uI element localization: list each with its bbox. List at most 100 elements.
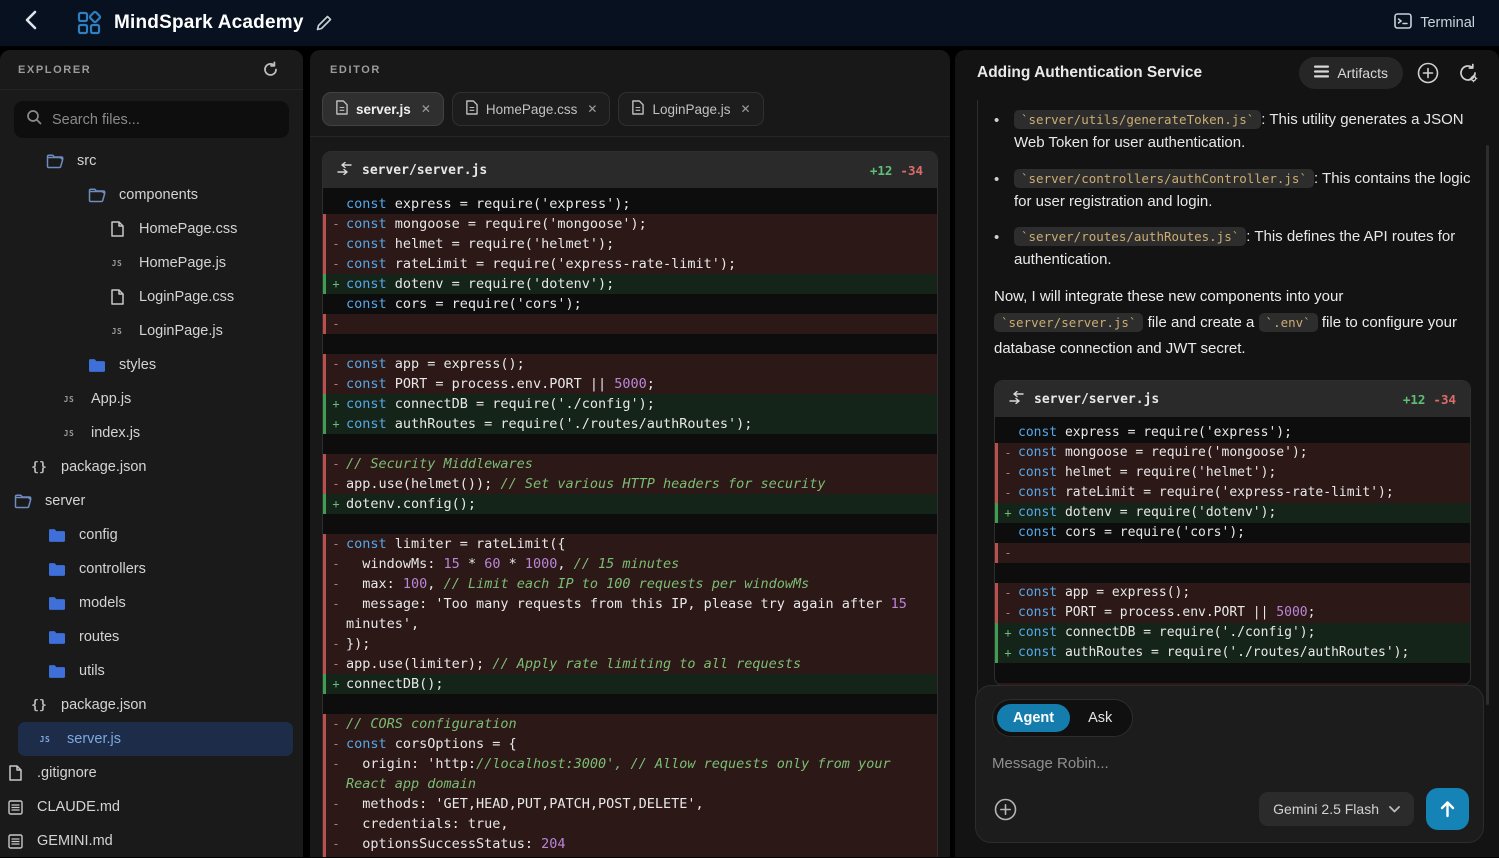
model-selector[interactable]: Gemini 2.5 Flash <box>1259 792 1414 826</box>
message-input[interactable]: Message Robin... <box>992 755 1467 772</box>
tree-item-label: styles <box>119 357 156 373</box>
editor-header: EDITOR <box>310 50 950 90</box>
tree-item-server[interactable]: server <box>0 484 303 518</box>
tree-item-routes[interactable]: routes <box>0 620 303 654</box>
history-settings-icon[interactable] <box>1453 58 1483 88</box>
file-bullet-list: •`server/utils/generateToken.js`: This u… <box>994 108 1475 272</box>
deleted-line: -}); <box>323 634 937 654</box>
inline-diff-card: server/server.js +12 -34 const express =… <box>994 380 1471 686</box>
deletions-count: -34 <box>1433 392 1456 407</box>
tree-item-label: config <box>79 527 118 543</box>
project-title: MindSpark Academy <box>114 12 304 34</box>
tree-item-loginpage-js[interactable]: JSLoginPage.js <box>0 314 303 348</box>
context-line <box>323 694 937 714</box>
markdown-file-icon <box>6 834 24 849</box>
deleted-line: -const helmet = require('helmet'); <box>995 463 1470 483</box>
tree-item-homepage-js[interactable]: JSHomePage.js <box>0 246 303 280</box>
file-icon <box>335 100 348 118</box>
file-search[interactable] <box>14 101 289 138</box>
added-line: +const authRoutes = require('./routes/au… <box>995 643 1470 663</box>
tree-item--gitignore[interactable]: .gitignore <box>0 756 303 790</box>
terminal-button[interactable]: Terminal <box>1394 13 1475 33</box>
tree-item-src[interactable]: src <box>0 144 303 178</box>
added-line: +connectDB(); <box>323 674 937 694</box>
diff-card-header: server/server.js +12 -34 <box>323 152 937 188</box>
open-folder-icon <box>14 494 32 509</box>
new-chat-icon[interactable] <box>1413 58 1443 88</box>
tree-item-package-json[interactable]: {}package.json <box>0 688 303 722</box>
tab-server.js[interactable]: server.js✕ <box>322 92 444 126</box>
file-bullet: •`server/routes/authRoutes.js`: This def… <box>994 225 1475 272</box>
close-tab-icon[interactable]: ✕ <box>587 102 597 116</box>
attach-icon[interactable] <box>990 794 1020 824</box>
tree-item-config[interactable]: config <box>0 518 303 552</box>
send-button[interactable] <box>1426 788 1469 830</box>
chevron-down-icon <box>1389 806 1400 813</box>
tree-item-controllers[interactable]: controllers <box>0 552 303 586</box>
diff-code[interactable]: const express = require('express');-cons… <box>995 417 1470 685</box>
tree-item-loginpage-css[interactable]: LoginPage.css <box>0 280 303 314</box>
diff-icon <box>1009 391 1024 407</box>
close-tab-icon[interactable]: ✕ <box>741 102 751 116</box>
file-icon <box>108 289 126 305</box>
mode-agent[interactable]: Agent <box>997 704 1070 732</box>
tree-item-styles[interactable]: styles <box>0 348 303 382</box>
deleted-line: -// Security Middlewares <box>323 454 937 474</box>
inline-code-chip[interactable]: `server/server.js` <box>994 313 1143 332</box>
deleted-line: -app.use(limiter); // Apply rate limitin… <box>323 654 937 674</box>
tree-item-models[interactable]: models <box>0 586 303 620</box>
close-tab-icon[interactable]: ✕ <box>421 102 431 116</box>
explorer-sidebar: EXPLORER srccomponentsHomePage.cssJSHome… <box>0 50 303 857</box>
artifacts-label: Artifacts <box>1337 65 1388 81</box>
deleted-line: - <box>995 543 1470 563</box>
search-input[interactable] <box>52 112 277 128</box>
tab-loginpage.js[interactable]: LoginPage.js✕ <box>618 92 763 126</box>
tree-item-components[interactable]: components <box>0 178 303 212</box>
message-composer[interactable]: AgentAsk Message Robin... Gemini 2.5 Fla… <box>975 685 1484 843</box>
tree-item-label: .gitignore <box>37 765 97 781</box>
diff-code[interactable]: const express = require('express');-cons… <box>323 188 937 857</box>
tree-item-homepage-css[interactable]: HomePage.css <box>0 212 303 246</box>
added-line: +const dotenv = require('dotenv'); <box>323 274 937 294</box>
artifacts-button[interactable]: Artifacts <box>1299 57 1403 89</box>
tree-item-app-js[interactable]: JSApp.js <box>0 382 303 416</box>
mode-ask[interactable]: Ask <box>1072 704 1128 732</box>
json-file-icon: {} <box>30 460 48 475</box>
inline-code-chip[interactable]: `server/routes/authRoutes.js` <box>1014 227 1246 246</box>
scrollbar[interactable] <box>1486 145 1489 705</box>
assistant-header: Adding Authentication Service Artifacts <box>955 50 1499 96</box>
deleted-line: - windowMs: 15 * 60 * 1000, // 15 minute… <box>323 554 937 574</box>
refresh-icon[interactable] <box>255 55 285 85</box>
tab-homepage.css[interactable]: HomePage.css✕ <box>452 92 611 126</box>
tree-item-claude-md[interactable]: CLAUDE.md <box>0 790 303 824</box>
mode-toggle: AgentAsk <box>992 699 1133 737</box>
file-bullet: •`server/controllers/authController.js`:… <box>994 167 1475 214</box>
inline-code-chip[interactable]: `server/controllers/authController.js` <box>1014 169 1314 188</box>
context-line: const express = require('express'); <box>995 423 1470 443</box>
js-file-icon: JS <box>36 735 54 744</box>
assistant-message[interactable]: •`server/utils/generateToken.js`: This u… <box>977 100 1475 715</box>
diff-filename: server/server.js <box>1034 392 1159 407</box>
inline-code-chip[interactable]: `.env` <box>1259 313 1318 332</box>
tree-item-utils[interactable]: utils <box>0 654 303 688</box>
inline-code-chip[interactable]: `server/utils/generateToken.js` <box>1014 110 1261 129</box>
assistant-paragraph: Now, I will integrate these new componen… <box>994 284 1475 363</box>
deleted-line: -const mongoose = require('mongoose'); <box>995 443 1470 463</box>
back-icon[interactable] <box>24 10 54 36</box>
js-file-icon: JS <box>60 429 78 438</box>
tree-item-label: server.js <box>67 731 121 747</box>
tree-item-server-js[interactable]: JS server.js <box>18 722 293 756</box>
folder-icon <box>48 596 66 611</box>
tree-item-label: models <box>79 595 126 611</box>
artifacts-list-icon <box>1314 65 1329 81</box>
editor-body: server/server.js +12 -34 const express =… <box>310 137 950 857</box>
diff-filename: server/server.js <box>362 163 487 178</box>
context-line <box>323 434 937 454</box>
tree-item-label: GEMINI.md <box>37 833 113 849</box>
tree-item-gemini-md[interactable]: GEMINI.md <box>0 824 303 858</box>
tree-item-package-json[interactable]: {}package.json <box>0 450 303 484</box>
edit-title-icon[interactable] <box>316 15 332 31</box>
tree-item-index-js[interactable]: JSindex.js <box>0 416 303 450</box>
tree-item-label: package.json <box>61 697 146 713</box>
deleted-line: -const PORT = process.env.PORT || 5000; <box>995 603 1470 623</box>
